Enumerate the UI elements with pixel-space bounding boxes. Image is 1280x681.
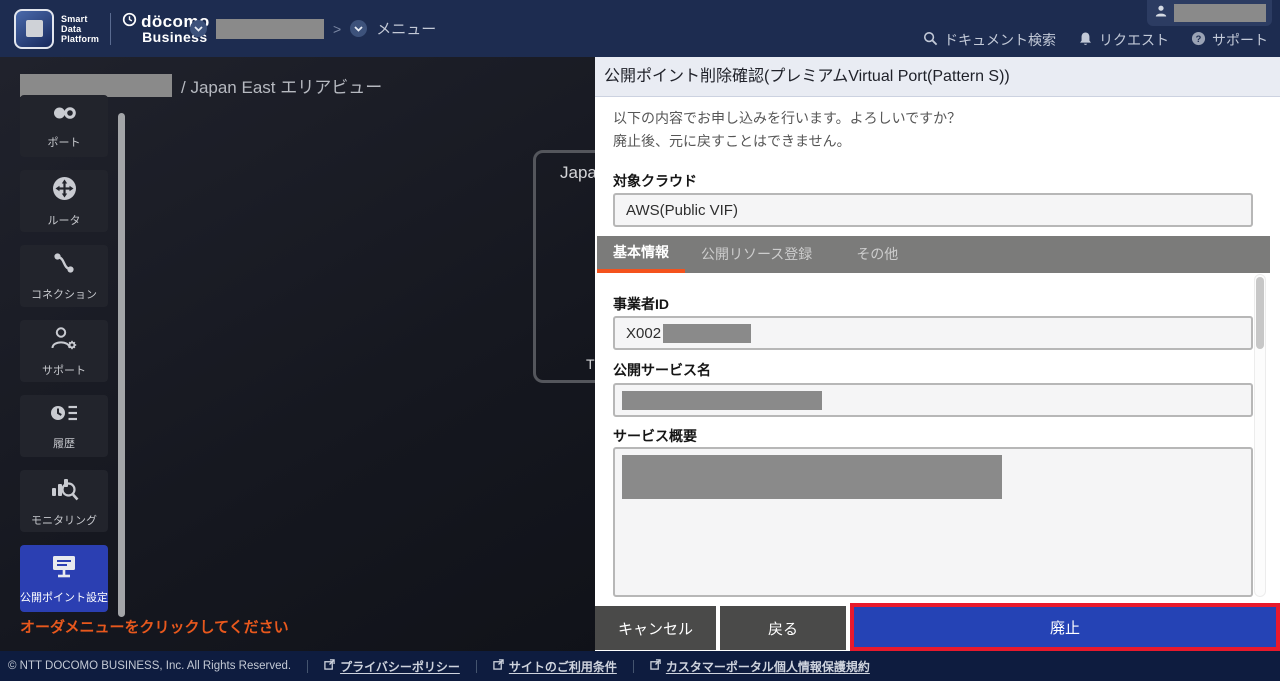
order-menu-hint: オーダメニューをクリックしてください: [20, 616, 289, 637]
external-link-icon: [324, 659, 335, 673]
docomo-clock-icon: [122, 12, 137, 30]
discontinue-button[interactable]: 廃止: [850, 603, 1280, 651]
question-icon: ?: [1191, 31, 1206, 49]
confirm-message: 以下の内容でお申し込みを行います。よろしいですか？ 廃止後、元に戻すことはできま…: [613, 107, 961, 153]
svg-text:?: ?: [1196, 34, 1202, 44]
copyright: © NTT DOCOMO BUSINESS, Inc. All Rights R…: [8, 660, 291, 672]
sidebar-item-monitoring[interactable]: モニタリング: [20, 470, 108, 532]
request-button[interactable]: リクエスト: [1078, 30, 1169, 50]
header-nav: ドキュメント検索 リクエスト ? サポート: [923, 27, 1268, 53]
menu-button[interactable]: メニュー: [376, 18, 436, 39]
logo-group: Smart Data Platform döcomo Business: [14, 0, 210, 57]
support-person-gear-icon: [49, 325, 79, 357]
target-cloud-value[interactable]: AWS(Public VIF): [613, 193, 1253, 227]
redacted-username: [1174, 4, 1266, 22]
order-menu-sidebar: ポート ルータ コネクション サポート: [20, 95, 108, 625]
area-view-title: / Japan East エリアビュー: [181, 73, 382, 98]
provider-id-label: 事業者ID: [613, 294, 669, 314]
user-icon: [1154, 4, 1168, 23]
redacted-tenant-name: [216, 19, 324, 39]
smart-data-platform-logo[interactable]: Smart Data Platform: [14, 9, 99, 49]
header-divider: [110, 13, 111, 45]
tab-basic-info[interactable]: 基本情報: [597, 236, 685, 273]
sidebar-item-router[interactable]: ルータ: [20, 170, 108, 232]
service-desc-label: サービス概要: [613, 426, 697, 446]
history-clock-icon: [49, 401, 79, 430]
breadcrumb-separator: >: [333, 21, 341, 37]
service-name-label: 公開サービス名: [613, 360, 711, 380]
panel-tabbar: 基本情報 公開リソース登録 その他: [597, 236, 1270, 273]
sidebar-scrollbar[interactable]: [118, 113, 125, 617]
footer-divider: [633, 660, 634, 673]
target-cloud-label: 対象クラウド: [613, 171, 697, 191]
sidebar-item-history[interactable]: 履歴: [20, 395, 108, 457]
footer-divider: [476, 660, 477, 673]
smart-data-platform-label: Smart Data Platform: [61, 14, 99, 44]
external-link-icon: [493, 659, 504, 673]
sidebar-item-connection[interactable]: コネクション: [20, 245, 108, 307]
sidebar-item-public-point-settings[interactable]: 公開ポイント設定: [20, 545, 108, 612]
external-link-icon: [650, 659, 661, 673]
sidebar-item-port[interactable]: ポート: [20, 95, 108, 157]
public-point-monitor-icon: [50, 553, 78, 584]
sidebar-item-support[interactable]: サポート: [20, 320, 108, 382]
redacted-provider-id-suffix: [663, 324, 751, 343]
service-desc-value[interactable]: [613, 447, 1253, 597]
redacted-service-name: [622, 391, 822, 410]
personal-info-policy-link[interactable]: カスタマーポータル個人情報保護規約: [650, 658, 870, 675]
footer-divider: [307, 660, 308, 673]
port-icon: [49, 102, 79, 129]
redacted-workspace-name: [20, 74, 172, 97]
user-badge[interactable]: [1147, 0, 1272, 26]
cancel-button[interactable]: キャンセル: [595, 606, 716, 650]
top-header: Smart Data Platform döcomo Business: [0, 0, 1280, 57]
public-point-delete-confirm-panel: 公開ポイント削除確認(プレミアムVirtual Port(Pattern S))…: [595, 57, 1280, 651]
redacted-service-description: [622, 455, 1002, 499]
app-root: Smart Data Platform döcomo Business: [0, 0, 1280, 681]
back-button[interactable]: 戻る: [720, 606, 846, 650]
document-search-button[interactable]: ドキュメント検索: [923, 30, 1056, 50]
search-icon: [923, 31, 938, 49]
site-terms-link[interactable]: サイトのご利用条件: [493, 658, 617, 675]
panel-title: 公開ポイント削除確認(プレミアムVirtual Port(Pattern S)): [595, 57, 1280, 97]
provider-id-value[interactable]: X002: [613, 316, 1253, 350]
scrollbar-thumb[interactable]: [1256, 277, 1264, 349]
support-button[interactable]: ? サポート: [1191, 30, 1268, 50]
privacy-policy-link[interactable]: プライバシーポリシー: [324, 658, 460, 675]
footer: © NTT DOCOMO BUSINESS, Inc. All Rights R…: [0, 651, 1280, 681]
chevron-down-icon[interactable]: [190, 20, 207, 37]
chevron-down-icon[interactable]: [350, 20, 367, 37]
panel-actions: キャンセル 戻る 廃止: [595, 603, 1280, 651]
monitoring-chart-magnifier-icon: [49, 474, 79, 507]
tab-other[interactable]: その他: [840, 236, 914, 273]
service-name-value[interactable]: [613, 383, 1253, 417]
tab-public-resource-registration[interactable]: 公開リソース登録: [685, 236, 828, 273]
smart-data-platform-icon: [14, 9, 54, 49]
bell-icon: [1078, 31, 1093, 50]
router-icon: [51, 175, 78, 207]
header-breadcrumb: > メニュー: [190, 0, 436, 57]
panel-scrollbar[interactable]: [1254, 274, 1266, 597]
connection-icon: [51, 250, 77, 281]
